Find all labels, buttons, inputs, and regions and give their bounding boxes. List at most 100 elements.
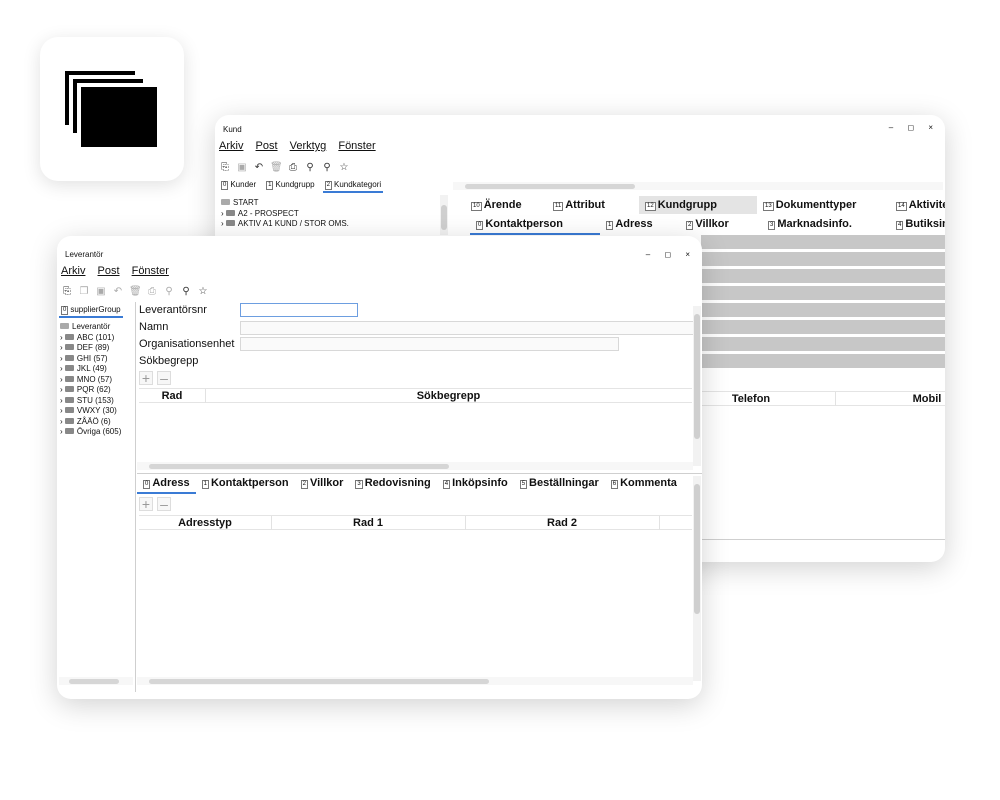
- remove-row-button[interactable]: –: [157, 371, 171, 385]
- column-header-adresstyp[interactable]: Adresstyp: [139, 517, 271, 529]
- tree-node[interactable]: › VWXY (30): [60, 406, 121, 417]
- tab-kommentarer[interactable]: 6 Kommenta: [605, 474, 683, 494]
- scrollbar-thumb[interactable]: [694, 314, 700, 439]
- print-icon[interactable]: ⎙: [146, 286, 158, 298]
- tab-arende[interactable]: 10 Ärende: [465, 196, 547, 214]
- detail-hscrollbar[interactable]: [137, 677, 693, 685]
- form-hscrollbar[interactable]: [137, 462, 693, 470]
- tab-adress[interactable]: 1 Adress: [600, 215, 680, 235]
- undo-icon[interactable]: ↶: [112, 286, 124, 298]
- favorite-star-icon[interactable]: ☆: [197, 286, 209, 298]
- tab-supplier-group[interactable]: 0 supplierGroup: [59, 304, 123, 318]
- tree-node[interactable]: › ZÅÄÖ (6): [60, 417, 121, 428]
- search-icon[interactable]: ⚲: [304, 162, 316, 174]
- placeholder-row: [701, 286, 945, 300]
- name-input[interactable]: [240, 321, 695, 335]
- delete-icon[interactable]: 🗑: [129, 286, 142, 298]
- tab-kundgrupp-top[interactable]: 12 Kundgrupp: [639, 196, 757, 214]
- scrollbar-thumb[interactable]: [465, 184, 635, 189]
- tab-bestallningar[interactable]: 5 Beställningar: [514, 474, 605, 494]
- search-icon[interactable]: ⚲: [163, 286, 175, 298]
- tree-node[interactable]: › STU (153): [60, 396, 121, 407]
- window-controls[interactable]: – ◻ ×: [889, 123, 939, 132]
- column-header-rad-2[interactable]: Rad 2: [465, 517, 659, 529]
- tab-kunder[interactable]: 0 Kunder: [219, 179, 258, 193]
- delete-icon[interactable]: 🗑: [270, 162, 283, 174]
- tab-inkopsinfo[interactable]: 4 Inköpsinfo: [437, 474, 514, 494]
- print-icon[interactable]: ⎙: [287, 162, 299, 174]
- tree-scrollbar[interactable]: [440, 195, 448, 235]
- scrollbar-thumb[interactable]: [441, 205, 447, 230]
- window-controls[interactable]: – ◻ ×: [646, 250, 696, 259]
- search-advanced-icon[interactable]: ⚲: [321, 162, 333, 174]
- new-record-icon[interactable]: ⎘: [61, 286, 73, 298]
- app-icon-card[interactable]: [40, 37, 184, 181]
- customer-titlebar[interactable]: Kund – ◻ ×: [215, 115, 945, 137]
- customer-tree: START › A2 - PROSPECT › AKTIV A1 KUND / …: [221, 198, 349, 230]
- right-pane-hscrollbar[interactable]: [453, 182, 943, 190]
- form-scrollbar[interactable]: [693, 306, 701, 466]
- tree-node[interactable]: START: [221, 198, 349, 209]
- tab-kontaktperson[interactable]: 0 Kontaktperson: [470, 215, 600, 235]
- org-unit-input[interactable]: [240, 337, 619, 351]
- scrollbar-thumb[interactable]: [694, 484, 700, 614]
- add-row-button[interactable]: +: [139, 371, 153, 385]
- scrollbar-thumb[interactable]: [149, 679, 489, 684]
- save-icon[interactable]: ▣: [95, 286, 107, 298]
- tab-butiksinfo[interactable]: 4 Butiksin: [890, 215, 945, 235]
- tab-dokumenttyper[interactable]: 13 Dokumenttyper: [757, 196, 890, 214]
- tab-villkor[interactable]: 2 Villkor: [295, 474, 350, 494]
- menu-fonster[interactable]: Fönster: [132, 265, 169, 277]
- tab-marknadsinfo[interactable]: 3 Marknadsinfo.: [762, 215, 890, 235]
- undo-icon[interactable]: ↶: [253, 162, 265, 174]
- tree-node[interactable]: › DEF (89): [60, 343, 121, 354]
- column-header-mobil[interactable]: Mobil: [897, 393, 945, 405]
- column-header-rad-1[interactable]: Rad 1: [271, 517, 465, 529]
- tree-node[interactable]: › JKL (49): [60, 364, 121, 375]
- menu-post[interactable]: Post: [98, 265, 120, 277]
- tree-node[interactable]: › Övriga (605): [60, 427, 121, 438]
- scrollbar-thumb[interactable]: [69, 679, 119, 684]
- menu-post[interactable]: Post: [256, 140, 278, 152]
- add-row-button[interactable]: +: [139, 497, 153, 511]
- supplier-window[interactable]: Leverantör – ◻ × Arkiv Post Fönster ⎘ ❐ …: [57, 236, 702, 699]
- column-separator: [835, 392, 836, 406]
- folder-icon: [64, 396, 74, 403]
- column-header-rad[interactable]: Rad: [139, 390, 205, 402]
- remove-row-button[interactable]: –: [157, 497, 171, 511]
- tree-root[interactable]: Leverantör: [60, 322, 121, 333]
- detail-scrollbar[interactable]: [693, 476, 701, 681]
- tree-node[interactable]: › GHI (57): [60, 354, 121, 365]
- tree-node[interactable]: › A2 - PROSPECT: [221, 209, 349, 220]
- tab-kundgrupp[interactable]: 1 Kundgrupp: [264, 179, 317, 193]
- tree-hscrollbar[interactable]: [59, 677, 133, 685]
- tab-redovisning[interactable]: 3 Redovisning: [349, 474, 436, 494]
- address-table-header: Adresstyp Rad 1 Rad 2: [139, 515, 692, 530]
- search-advanced-icon[interactable]: ⚲: [180, 286, 192, 298]
- tab-adress[interactable]: 0 Adress: [137, 474, 196, 494]
- copy-icon[interactable]: ❐: [78, 286, 90, 298]
- pane-splitter[interactable]: [135, 302, 136, 692]
- supplier-no-input[interactable]: [240, 303, 358, 317]
- tree-node[interactable]: › AKTIV A1 KUND / STOR OMS.: [221, 219, 349, 230]
- menu-arkiv[interactable]: Arkiv: [61, 265, 85, 277]
- supplier-titlebar[interactable]: Leverantör – ◻ ×: [57, 236, 702, 259]
- tab-villkor[interactable]: 2 Villkor: [680, 215, 762, 235]
- menu-fonster[interactable]: Fönster: [338, 140, 375, 152]
- scrollbar-thumb[interactable]: [149, 464, 449, 469]
- tree-node[interactable]: › PQR (62): [60, 385, 121, 396]
- save-icon[interactable]: ▣: [236, 162, 248, 174]
- favorite-star-icon[interactable]: ☆: [338, 162, 350, 174]
- tree-node[interactable]: › MNO (57): [60, 375, 121, 386]
- column-header-sokbegrepp[interactable]: Sökbegrepp: [205, 390, 692, 402]
- tree-node[interactable]: › ABC (101): [60, 333, 121, 344]
- folder-icon: [64, 407, 74, 413]
- menu-arkiv[interactable]: Arkiv: [219, 140, 243, 152]
- tab-attribut[interactable]: 11 Attribut: [547, 196, 639, 214]
- tab-kundkategori[interactable]: 2 Kundkategori: [322, 179, 384, 193]
- menu-verktyg[interactable]: Verktyg: [290, 140, 327, 152]
- tab-aktivitet[interactable]: 14Aktivitet: [890, 196, 945, 214]
- new-record-icon[interactable]: ⎘: [219, 162, 231, 174]
- tab-kontaktperson[interactable]: 1 Kontaktperson: [196, 474, 295, 494]
- column-header-telefon[interactable]: Telefon: [721, 393, 781, 405]
